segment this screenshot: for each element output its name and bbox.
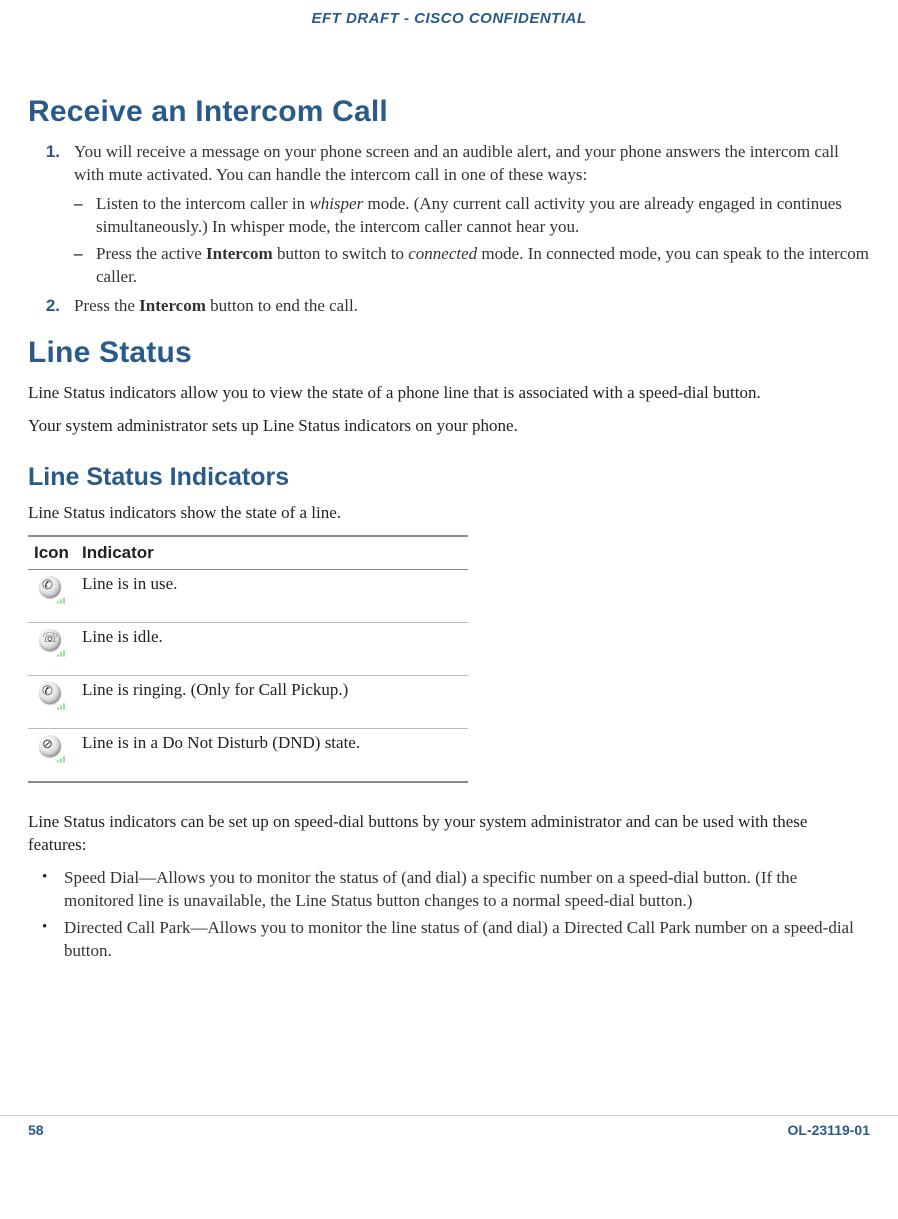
heading-line-status: Line Status (28, 336, 870, 370)
table-cell-indicator: Line is idle. (76, 623, 468, 676)
line-idle-icon: ☏ (39, 629, 65, 655)
table-row: ✆ Line is ringing. (Only for Call Pickup… (28, 676, 468, 729)
line-dnd-icon: ⊘ (39, 735, 65, 761)
table-cell-indicator: Line is in use. (76, 570, 468, 623)
header-confidential: EFT DRAFT - CISCO CONFIDENTIAL (28, 10, 870, 77)
step-1-sub-2: – Press the active Intercom button to sw… (74, 243, 870, 289)
heading-receive-intercom: Receive an Intercom Call (28, 95, 870, 129)
line-status-table: Icon Indicator ✆ Line is in use. ☏ Line … (28, 535, 468, 783)
line-in-use-icon: ✆ (39, 576, 65, 602)
table-cell-indicator: Line is ringing. (Only for Call Pickup.) (76, 676, 468, 729)
dash-icon: – (74, 193, 96, 239)
line-status-p2: Your system administrator sets up Line S… (28, 415, 870, 438)
bullet-icon: • (42, 917, 64, 963)
table-row: ☏ Line is idle. (28, 623, 468, 676)
bullet-directed-call-park: • Directed Call Park—Allows you to monit… (42, 917, 870, 963)
indicators-p1: Line Status indicators show the state of… (28, 502, 870, 525)
step-1: 1. You will receive a message on your ph… (28, 141, 870, 187)
indicators-p2: Line Status indicators can be set up on … (28, 811, 870, 857)
table-row: ✆ Line is in use. (28, 570, 468, 623)
page-number: 58 (28, 1122, 44, 1138)
step-2-number: 2. (28, 295, 74, 318)
table-header-indicator: Indicator (76, 536, 468, 570)
dash-icon: – (74, 243, 96, 289)
step-1-number: 1. (28, 141, 74, 187)
step-1-sub-1-text: Listen to the intercom caller in whisper… (96, 193, 870, 239)
bullet-directed-call-park-text: Directed Call Park—Allows you to monitor… (64, 917, 870, 963)
step-1-sub-1: – Listen to the intercom caller in whisp… (74, 193, 870, 239)
line-status-p1: Line Status indicators allow you to view… (28, 382, 870, 405)
doc-id: OL-23119-01 (788, 1122, 871, 1138)
step-1-sub-2-text: Press the active Intercom button to swit… (96, 243, 870, 289)
step-1-text: You will receive a message on your phone… (74, 141, 870, 187)
heading-line-status-indicators: Line Status Indicators (28, 463, 870, 492)
bullet-icon: • (42, 867, 64, 913)
table-row: ⊘ Line is in a Do Not Disturb (DND) stat… (28, 729, 468, 783)
step-2: 2. Press the Intercom button to end the … (28, 295, 870, 318)
line-ringing-icon: ✆ (39, 682, 65, 708)
page-footer: 58 OL-23119-01 (0, 1115, 898, 1138)
bullet-speed-dial: • Speed Dial—Allows you to monitor the s… (42, 867, 870, 913)
bullet-speed-dial-text: Speed Dial—Allows you to monitor the sta… (64, 867, 870, 913)
table-cell-indicator: Line is in a Do Not Disturb (DND) state. (76, 729, 468, 783)
step-2-text: Press the Intercom button to end the cal… (74, 295, 870, 318)
table-header-icon: Icon (28, 536, 76, 570)
